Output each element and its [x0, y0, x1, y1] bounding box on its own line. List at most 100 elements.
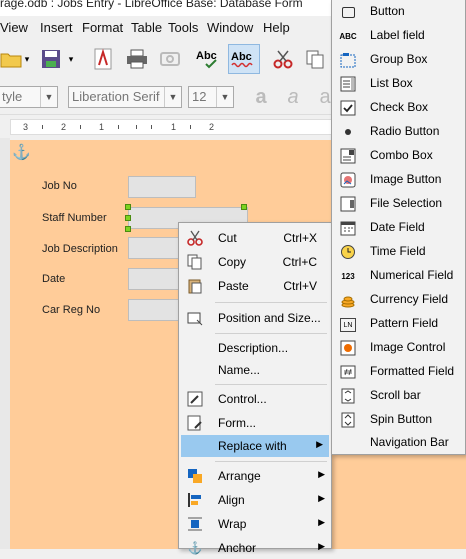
menu-item-form[interactable]: Form...: [179, 412, 331, 434]
submenu-item-radio-button[interactable]: Radio Button: [332, 120, 465, 144]
export-pdf-icon[interactable]: [88, 44, 118, 74]
italic-icon[interactable]: a: [278, 82, 308, 112]
submenu-item-spin-button[interactable]: Spin Button: [332, 408, 465, 432]
time-field-icon: [340, 244, 356, 260]
copy-icon: [187, 254, 203, 270]
menu-view[interactable]: View: [0, 20, 28, 35]
paragraph-style-value: tyle: [2, 89, 23, 104]
menu-item-shortcut: Ctrl+X: [283, 231, 317, 245]
align-icon: [187, 492, 203, 508]
menu-format[interactable]: Format: [82, 20, 123, 35]
menu-item-label: Arrange: [218, 469, 261, 483]
pattern-field-icon: LN: [340, 318, 356, 332]
submenu-item-image-button[interactable]: Image Button: [332, 168, 465, 192]
submenu-arrow-icon: ▶: [316, 439, 323, 449]
print-preview-icon[interactable]: [155, 44, 185, 74]
submenu-item-currency-field[interactable]: Currency Field: [332, 288, 465, 312]
chevron-down-icon: ▼: [164, 87, 181, 107]
selection-handle[interactable]: [125, 226, 131, 232]
menu-item-label: Copy: [218, 255, 247, 269]
menu-item-anchor[interactable]: ⚓ Anchor ▶: [179, 537, 331, 559]
menu-insert[interactable]: Insert: [40, 20, 73, 35]
font-size-combo[interactable]: 12 ▼: [188, 86, 234, 108]
save-icon[interactable]: [36, 44, 66, 74]
ruler-tick: [80, 125, 81, 129]
submenu-item-check-box[interactable]: Check Box: [332, 96, 465, 120]
paragraph-style-combo[interactable]: tyle ▼: [0, 86, 58, 108]
submenu-item-label: Image Button: [370, 172, 442, 186]
submenu-item-formatted-field[interactable]: Formatted Field: [332, 360, 465, 384]
copy-icon[interactable]: [300, 44, 330, 74]
menu-help[interactable]: Help: [263, 20, 290, 35]
button-icon: [340, 4, 356, 20]
open-dropdown-arrow-icon[interactable]: ▾: [20, 44, 34, 74]
selection-handle[interactable]: [125, 204, 131, 210]
submenu-item-label: Image Control: [370, 340, 446, 354]
menu-item-name[interactable]: Name...: [179, 359, 331, 381]
ruler-tick: [151, 125, 152, 129]
job-no-field[interactable]: [128, 176, 196, 198]
autospellcheck-icon[interactable]: Abc: [228, 44, 260, 74]
check-box-icon: [340, 100, 356, 116]
list-box-icon: [340, 76, 356, 92]
spellcheck-icon[interactable]: Abc: [195, 44, 225, 74]
submenu-item-label: File Selection: [370, 196, 443, 210]
menu-item-label: Cut: [218, 231, 237, 245]
anchor-icon: ⚓: [12, 144, 31, 161]
scissors-icon[interactable]: [268, 44, 298, 74]
submenu-item-label: Formatted Field: [370, 364, 455, 378]
menu-item-label: Paste: [218, 279, 249, 293]
menu-item-position-and-size[interactable]: Position and Size...: [179, 307, 331, 329]
bold-icon[interactable]: a: [246, 82, 276, 112]
selection-handle[interactable]: [125, 215, 131, 221]
job-description-label: Job Description: [42, 243, 118, 255]
ruler-tick: [118, 125, 119, 129]
numerical-field-icon: 123: [341, 271, 355, 281]
abc-label-icon: ABC: [339, 31, 357, 41]
submenu-item-image-control[interactable]: Image Control: [332, 336, 465, 360]
submenu-item-button[interactable]: Button: [332, 0, 465, 24]
selection-handle[interactable]: [241, 204, 247, 210]
menu-separator: [215, 384, 327, 385]
menu-item-control[interactable]: Control...: [179, 388, 331, 410]
submenu-item-combo-box[interactable]: Combo Box: [332, 144, 465, 168]
menu-item-cut[interactable]: Cut Ctrl+X: [179, 227, 331, 249]
submenu-item-list-box[interactable]: List Box: [332, 72, 465, 96]
date-label: Date: [42, 273, 66, 285]
menu-item-label: Form...: [218, 416, 256, 430]
menu-item-paste[interactable]: Paste Ctrl+V: [179, 275, 331, 297]
menu-item-label: Replace with: [218, 439, 287, 453]
save-dropdown-arrow-icon[interactable]: ▾: [64, 44, 78, 74]
menu-item-label: Position and Size...: [218, 311, 321, 325]
submenu-item-time-field[interactable]: Time Field: [332, 240, 465, 264]
submenu-item-date-field[interactable]: Date Field: [332, 216, 465, 240]
position-size-icon: [187, 310, 203, 326]
car-reg-no-label: Car Reg No: [42, 304, 101, 316]
submenu-item-label: Button: [370, 4, 405, 18]
submenu-item-label: Radio Button: [370, 124, 440, 138]
spin-button-icon: [340, 412, 356, 428]
window-title: rage.odb : Jobs Entry - LibreOffice Base…: [0, 0, 303, 10]
submenu-item-numerical-field[interactable]: 123 Numerical Field: [332, 264, 465, 288]
menu-item-description[interactable]: Description...: [179, 337, 331, 359]
submenu-item-label: Currency Field: [370, 292, 449, 306]
menu-item-wrap[interactable]: Wrap ▶: [179, 513, 331, 535]
submenu-item-pattern-field[interactable]: LN Pattern Field: [332, 312, 465, 336]
submenu-item-navigation-bar[interactable]: Navigation Bar: [332, 431, 465, 455]
menu-tools[interactable]: Tools: [168, 20, 198, 35]
submenu-item-group-box[interactable]: Group Box: [332, 48, 465, 72]
menu-item-copy[interactable]: Copy Ctrl+C: [179, 251, 331, 273]
print-icon[interactable]: [122, 44, 152, 74]
menu-item-arrange[interactable]: Arrange ▶: [179, 465, 331, 487]
menu-item-replace-with[interactable]: Replace with ▶: [181, 435, 329, 457]
submenu-item-file-selection[interactable]: File Selection: [332, 192, 465, 216]
menu-item-align[interactable]: Align ▶: [179, 489, 331, 511]
scissors-icon: [187, 230, 203, 246]
menu-table[interactable]: Table: [131, 20, 162, 35]
font-name-combo[interactable]: Liberation Serif ▼: [68, 86, 182, 108]
submenu-item-scroll-bar[interactable]: Scroll bar: [332, 384, 465, 408]
submenu-item-label-field[interactable]: ABC Label field: [332, 24, 465, 48]
combo-box-icon: [340, 148, 356, 164]
submenu-item-label: Combo Box: [370, 148, 433, 162]
menu-window[interactable]: Window: [207, 20, 253, 35]
